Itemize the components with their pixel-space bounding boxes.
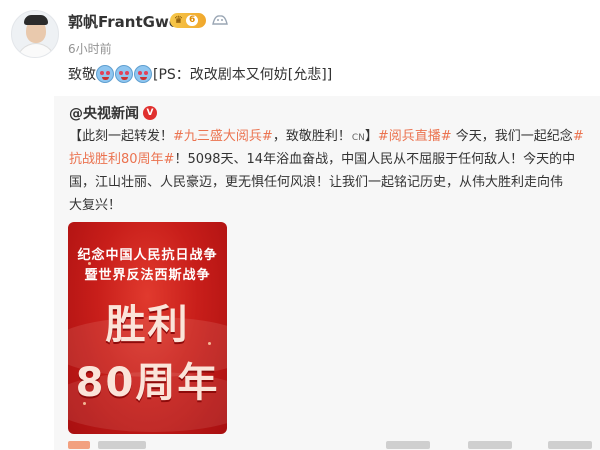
repost-action-bar bbox=[68, 439, 598, 450]
hashtag-link[interactable]: 抗战胜利80周年# bbox=[69, 152, 174, 167]
post-timestamp[interactable]: 6小时前 bbox=[68, 40, 112, 57]
body-text: ！5098天、14年浴血奋战，中国人民从不屈服于任何敌人！今天的中 bbox=[174, 152, 576, 167]
poster-big-1: 胜利 bbox=[105, 302, 190, 348]
repost-body-line: 大复兴！ bbox=[69, 194, 589, 217]
username[interactable]: 郭帆FrantGwo bbox=[68, 11, 179, 32]
post-text: 致敬 [PS：改改剧本又何妨[允悲]] bbox=[68, 64, 332, 84]
poster-big-2: 80周年 bbox=[75, 360, 220, 406]
body-text: 】 bbox=[364, 129, 378, 144]
avatar[interactable] bbox=[11, 10, 59, 58]
action-stub bbox=[386, 441, 430, 449]
fan-badge-icon[interactable] bbox=[211, 12, 229, 28]
repost-body-line: 【此刻一起转发！#九三盛大阅兵#，致敬胜利！CN】#阅兵直播# 今天，我们一起纪… bbox=[69, 125, 589, 148]
body-text: 大复兴！ bbox=[69, 198, 122, 213]
body-text: 今天，我们一起纪念 bbox=[451, 129, 573, 144]
action-stub bbox=[98, 441, 146, 449]
crying-face-icon bbox=[115, 65, 133, 83]
action-tag-chip[interactable] bbox=[68, 441, 90, 449]
body-text: 国，江山壮丽、人民豪迈，更无惧任何风浪！让我们一起铭记历史，从伟大胜利走向伟 bbox=[69, 175, 564, 190]
body-text: 【此刻一起转发！ bbox=[69, 129, 174, 144]
hashtag-link[interactable]: #九三盛大阅兵# bbox=[173, 129, 273, 144]
action-stub bbox=[468, 441, 512, 449]
post-text-suffix: [PS：改改剧本又何妨[允悲]] bbox=[153, 67, 333, 83]
action-stub bbox=[548, 441, 592, 449]
repost-author-name[interactable]: @央视新闻 bbox=[69, 103, 139, 123]
hashtag-link[interactable]: #阅兵直播# bbox=[378, 129, 452, 144]
verified-icon: V bbox=[143, 106, 157, 120]
poster-line-1: 纪念中国人民抗日战争 bbox=[77, 248, 218, 263]
post-text-prefix: 致敬 bbox=[68, 67, 96, 83]
repost-body: 【此刻一起转发！#九三盛大阅兵#，致敬胜利！CN】#阅兵直播# 今天，我们一起纪… bbox=[69, 125, 589, 217]
post-header: 郭帆FrantGwo ♛ 6 6小时前 致敬 [PS：改改剧本又何妨[允悲]] bbox=[0, 0, 600, 96]
hashtag-link[interactable]: # bbox=[573, 129, 584, 144]
crying-face-icon bbox=[96, 65, 114, 83]
vip-level: 6 bbox=[185, 15, 199, 26]
repost-body-line: 抗战胜利80周年#！5098天、14年浴血奋战，中国人民从不屈服于任何敌人！今天… bbox=[69, 148, 589, 171]
repost-author[interactable]: @央视新闻 V bbox=[69, 103, 157, 123]
poster-image[interactable]: 纪念中国人民抗日战争 暨世界反法西斯战争 胜利 80周年 bbox=[68, 222, 227, 434]
poster-line-2: 暨世界反法西斯战争 bbox=[84, 268, 211, 283]
flag-icon: CN bbox=[351, 133, 365, 143]
vip-badge[interactable]: ♛ 6 bbox=[170, 13, 206, 28]
repost-body-line: 国，江山壮丽、人民豪迈，更无惧任何风浪！让我们一起铭记历史，从伟大胜利走向伟 bbox=[69, 171, 589, 194]
crown-icon: ♛ bbox=[174, 15, 183, 26]
body-text: ，致敬胜利！ bbox=[272, 129, 351, 144]
reposted-content[interactable]: @央视新闻 V 【此刻一起转发！#九三盛大阅兵#，致敬胜利！CN】#阅兵直播# … bbox=[54, 96, 600, 450]
crying-face-icon bbox=[134, 65, 152, 83]
